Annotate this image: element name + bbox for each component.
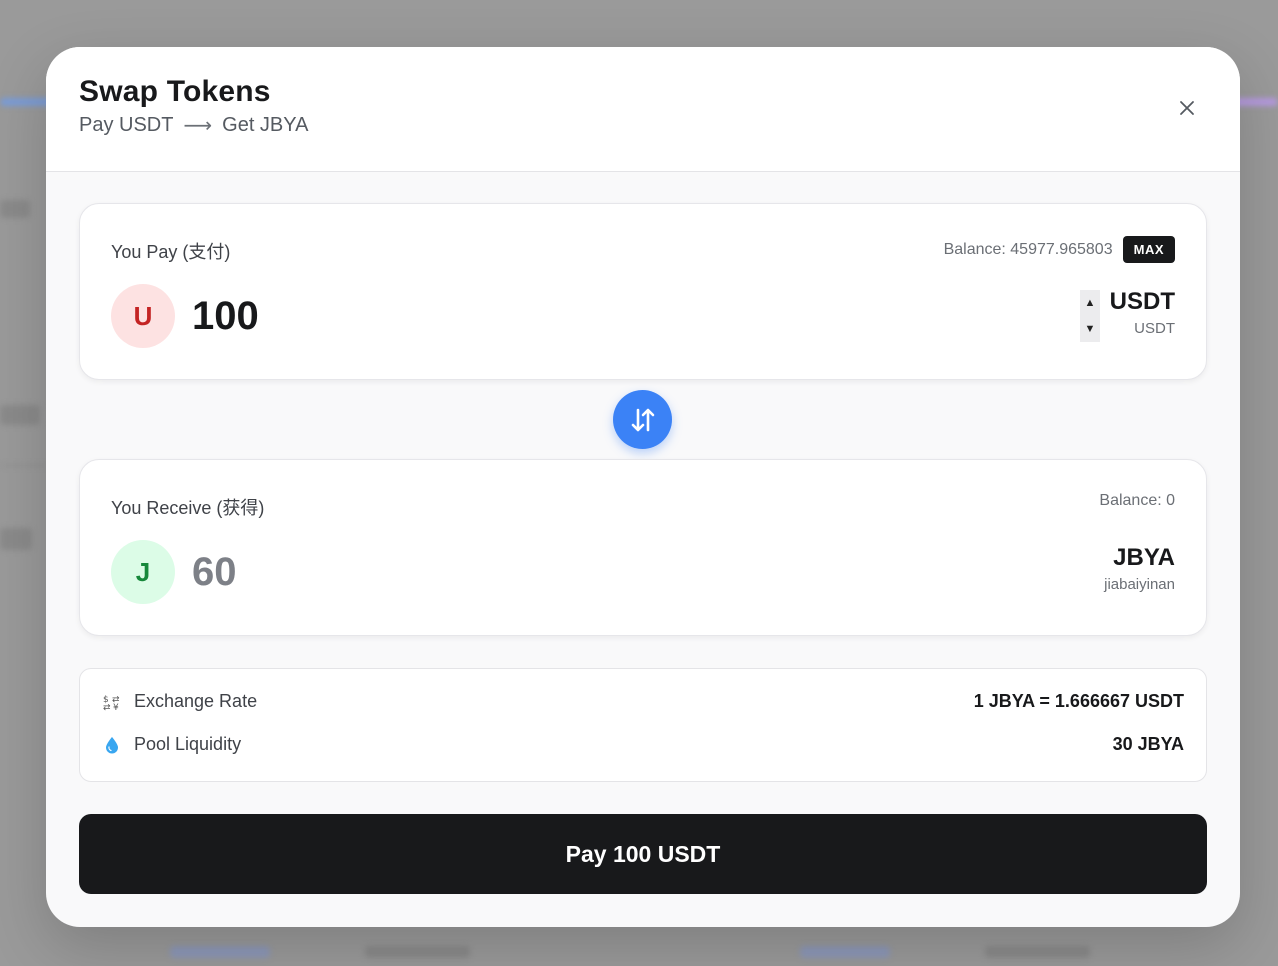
close-button[interactable] [1174,95,1200,121]
exchange-rate-value: 1 JBYA = 1.666667 USDT [973,691,1184,711]
pay-token-avatar: U [111,284,175,348]
background-block [0,528,32,550]
swap-info-box: $ ⇄ ⇄ ¥ Exchange Rate 1 JBYA = 1.666667 … [79,668,1207,782]
subtitle-get: Get JBYA [222,114,309,136]
amount-stepper[interactable]: ▲ ▼ [1080,290,1100,342]
modal-header: Swap Tokens Pay USDT ⟶ Get JBYA [46,47,1240,172]
background-divider [0,465,50,466]
pool-liquidity-label-group: Pool Liquidity [102,734,241,755]
receive-label: You Receive (获得) [111,498,265,518]
background-block [985,946,1090,958]
swap-modal: Swap Tokens Pay USDT ⟶ Get JBYA You Pay … [46,47,1240,927]
swap-arrows-icon [631,408,654,431]
background-block [0,200,30,218]
pool-liquidity-value: 30 JBYA [1112,734,1184,754]
background-block [170,946,270,958]
receive-card: You Receive (获得) Balance: 0 J 60 JBYA ji… [79,459,1207,636]
max-button[interactable]: MAX [1122,236,1175,263]
receive-balance-row: Balance: 0 [1099,492,1175,510]
receive-token-symbol: JBYA [1113,544,1175,571]
pay-token-name: USDT [1134,320,1175,337]
background-block [365,946,470,958]
pay-amount-input[interactable] [192,292,792,340]
receive-amount: 60 [192,550,237,594]
exchange-rate-label-group: $ ⇄ ⇄ ¥ Exchange Rate [102,691,257,712]
arrow-right-icon: ⟶ [183,115,213,137]
receive-token-name: jiabaiyinan [1104,576,1175,593]
pool-liquidity-row: Pool Liquidity 30 JBYA [102,734,1184,755]
exchange-rate-row: $ ⇄ ⇄ ¥ Exchange Rate 1 JBYA = 1.666667 … [102,691,1184,712]
background-block [800,946,890,958]
receive-token-avatar: J [111,540,175,604]
pay-label: You Pay (支付) [111,242,231,262]
stepper-down-icon[interactable]: ▼ [1085,323,1096,335]
background-block [0,405,40,425]
modal-title: Swap Tokens [79,75,271,108]
modal-subtitle: Pay USDT ⟶ Get JBYA [79,113,308,138]
pay-token-symbol: USDT [1109,288,1175,315]
pay-balance: Balance: 45977.965803 [943,240,1113,258]
close-icon [1180,101,1194,115]
exchange-rate-icon: $ ⇄ ⇄ ¥ [102,693,122,711]
pay-card: You Pay (支付) Balance: 45977.965803 MAX U… [79,203,1207,380]
svg-text:¥: ¥ [113,703,119,711]
pool-liquidity-label: Pool Liquidity [134,734,242,754]
droplet-icon [102,736,122,754]
swap-direction-button[interactable] [613,390,672,449]
pay-balance-row: Balance: 45977.965803 MAX [944,236,1175,263]
svg-text:⇄: ⇄ [103,703,111,711]
exchange-rate-label: Exchange Rate [134,691,258,711]
stepper-up-icon[interactable]: ▲ [1085,297,1096,309]
subtitle-pay: Pay USDT [79,114,174,136]
receive-balance: Balance: 0 [1099,492,1175,509]
pay-button[interactable]: Pay 100 USDT [79,814,1207,894]
